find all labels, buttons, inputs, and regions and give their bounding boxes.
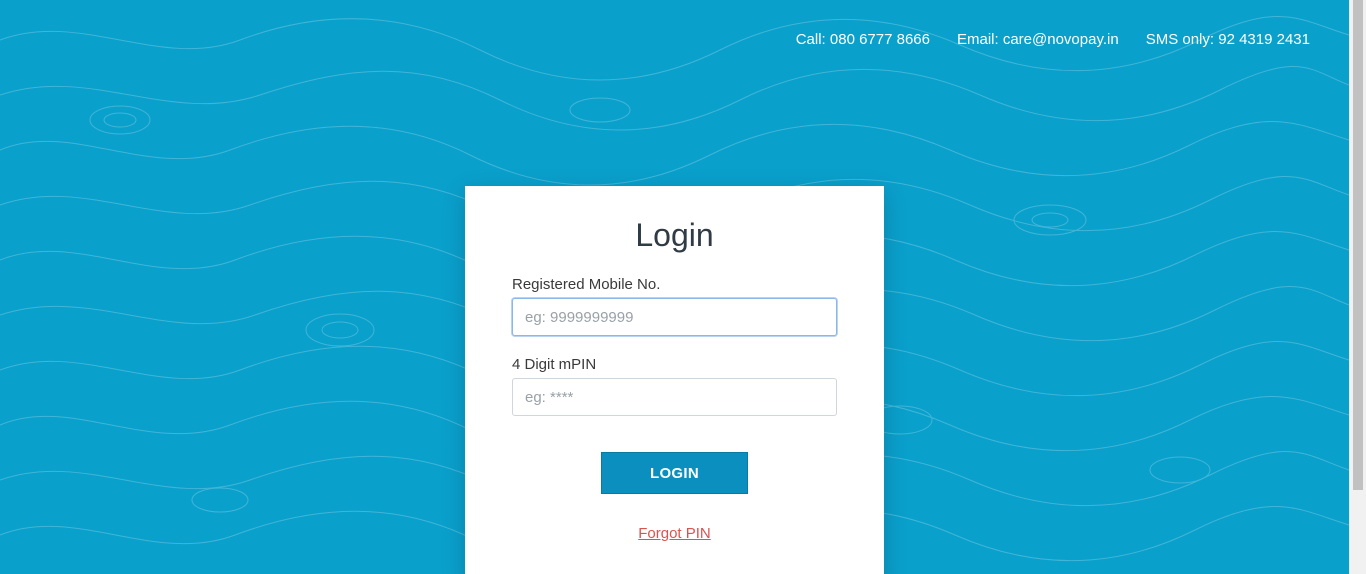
forgot-pin-link[interactable]: Forgot PIN xyxy=(512,525,837,542)
mobile-number-input[interactable] xyxy=(512,298,837,336)
mpin-input[interactable] xyxy=(512,378,837,416)
vertical-scrollbar[interactable] xyxy=(1349,0,1366,574)
login-card: Login Registered Mobile No. 4 Digit mPIN… xyxy=(465,186,884,574)
call-info: Call: 080 6777 8666 xyxy=(795,31,930,48)
scrollbar-thumb[interactable] xyxy=(1353,0,1363,490)
sms-info: SMS only: 92 4319 2431 xyxy=(1145,31,1310,48)
contact-bar: Call: 080 6777 8666 Email: care@novopay.… xyxy=(796,31,1310,48)
login-page: Call: 080 6777 8666 Email: care@novopay.… xyxy=(0,0,1366,574)
mobile-label: Registered Mobile No. xyxy=(512,276,661,293)
email-info: Email: care@novopay.in xyxy=(957,31,1119,48)
mpin-label: 4 Digit mPIN xyxy=(512,356,597,373)
login-button[interactable]: LOGIN xyxy=(601,452,748,494)
login-button-container: LOGIN xyxy=(512,452,837,494)
login-title: Login xyxy=(635,217,714,253)
